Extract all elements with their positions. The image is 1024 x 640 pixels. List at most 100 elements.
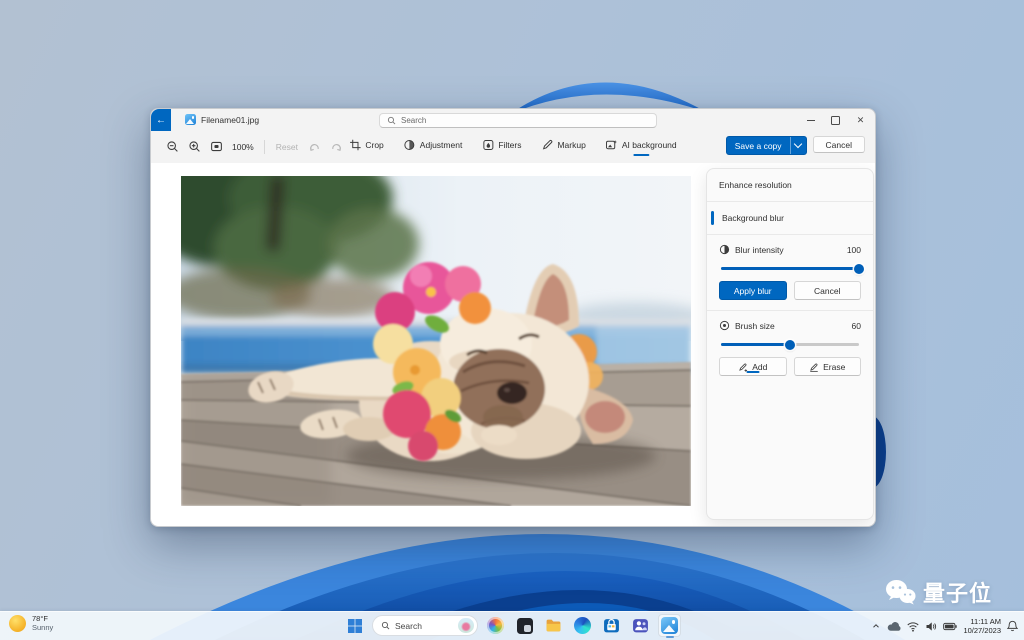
tool-ai-background[interactable]: AI background (600, 135, 683, 155)
wechat-icon (885, 579, 916, 606)
undo-button[interactable] (305, 137, 324, 156)
running-app-indicator (666, 636, 674, 639)
blur-intensity-icon (719, 244, 730, 255)
ai-background-panel: Enhance resolution Background blur Blur … (706, 168, 874, 520)
wifi-icon (907, 621, 919, 632)
taskbar-app-teams[interactable] (629, 614, 652, 637)
save-options-dropdown[interactable] (791, 137, 806, 154)
speaker-icon (925, 621, 937, 632)
cancel-blur-button[interactable]: Cancel (794, 281, 862, 300)
brush-size-section: Brush size 60 (707, 311, 873, 386)
clock-time: 11:11 AM (963, 617, 1001, 626)
adjustment-icon (404, 139, 416, 151)
teams-icon (632, 617, 649, 634)
brush-size-slider[interactable] (721, 338, 859, 350)
taskbar-search[interactable]: Search (372, 615, 478, 636)
file-tab[interactable]: Filename01.jpg (179, 112, 265, 127)
slider-thumb[interactable] (785, 340, 795, 350)
add-label: Add (752, 362, 767, 372)
search-icon (381, 621, 390, 630)
active-brush-indicator (746, 371, 759, 373)
start-button[interactable] (343, 614, 366, 637)
fit-to-window-button[interactable] (207, 137, 226, 156)
search-highlight-image (458, 618, 474, 633)
redo-icon (330, 140, 343, 153)
task-view-icon (517, 618, 533, 634)
enhance-resolution-row[interactable]: Enhance resolution (707, 169, 873, 201)
taskbar-app-store[interactable] (600, 614, 623, 637)
save-a-copy-button[interactable]: Save a copy (726, 136, 807, 155)
markup-icon (541, 139, 553, 151)
bell-icon (1007, 620, 1018, 632)
weather-temp: 78°F (32, 614, 53, 623)
tool-label: Filters (498, 140, 521, 150)
zoom-in-icon (188, 140, 201, 153)
active-tool-indicator (633, 154, 649, 157)
taskbar-app-edge[interactable] (571, 614, 594, 637)
zoom-in-button[interactable] (185, 137, 204, 156)
taskbar-app-task-view[interactable] (513, 614, 536, 637)
tool-adjustment[interactable]: Adjustment (398, 135, 469, 155)
battery-tray-icon[interactable] (943, 622, 957, 631)
erase-brush-button[interactable]: Erase (794, 357, 862, 376)
weather-widget[interactable]: 78°F Sunny (9, 614, 53, 633)
tool-filters[interactable]: Filters (476, 135, 527, 155)
filters-icon (482, 139, 494, 151)
tool-markup[interactable]: Markup (535, 135, 591, 155)
photos-icon (185, 114, 196, 125)
background-blur-row[interactable]: Background blur (707, 202, 873, 234)
close-icon: ✕ (857, 115, 865, 126)
onedrive-tray-icon[interactable] (887, 621, 901, 632)
search-input[interactable]: Search (379, 113, 657, 128)
file-explorer-icon (545, 617, 562, 634)
back-button[interactable]: ← (151, 109, 171, 131)
minimize-icon (807, 120, 815, 121)
hidden-icons-button[interactable] (871, 621, 881, 631)
undo-icon (308, 140, 321, 153)
file-tab-title: Filename01.jpg (201, 115, 259, 125)
slider-fill (721, 267, 859, 270)
tool-label: Crop (365, 140, 383, 150)
brush-size-value: 60 (852, 321, 861, 331)
taskbar-apps: Search (343, 614, 681, 637)
tool-crop[interactable]: Crop (343, 135, 389, 155)
taskbar-app-file-explorer[interactable] (542, 614, 565, 637)
battery-icon (943, 622, 957, 631)
photo-being-edited[interactable] (181, 176, 691, 506)
taskbar-app-copilot[interactable] (484, 614, 507, 637)
zoom-controls: 100% Reset (163, 137, 346, 156)
taskbar-app-photos[interactable] (658, 614, 681, 637)
photos-icon (661, 617, 678, 634)
editor-toolbar: 100% Reset (151, 131, 875, 163)
taskbar-search-placeholder: Search (395, 621, 422, 631)
edit-tools: Crop Adjustment Filters (343, 135, 682, 155)
add-brush-button[interactable]: Add (719, 357, 787, 376)
system-tray: 11:11 AM 10/27/2023 (871, 612, 1018, 640)
notifications-button[interactable] (1007, 620, 1018, 632)
copilot-icon (487, 617, 504, 634)
apply-blur-button[interactable]: Apply blur (719, 281, 787, 300)
selected-section-indicator (711, 211, 714, 225)
zoom-out-button[interactable] (163, 137, 182, 156)
maximize-button[interactable] (823, 109, 848, 131)
close-button[interactable]: ✕ (848, 109, 873, 131)
slider-thumb[interactable] (854, 264, 864, 274)
edge-icon (574, 617, 591, 634)
edit-canvas: Enhance resolution Background blur Blur … (151, 163, 875, 526)
tool-label: Adjustment (420, 140, 463, 150)
cancel-button[interactable]: Cancel (813, 136, 865, 153)
back-arrow-icon: ← (156, 115, 166, 126)
reset-button[interactable]: Reset (272, 142, 302, 152)
watermark-text: 量子位 (923, 576, 992, 608)
network-tray-icon[interactable] (907, 621, 919, 632)
minimize-button[interactable] (798, 109, 823, 131)
chevron-up-icon (871, 621, 881, 631)
volume-tray-icon[interactable] (925, 621, 937, 632)
save-a-copy-label: Save a copy (727, 137, 790, 154)
eraser-icon (809, 362, 819, 372)
photos-app-window: ← Filename01.jpg Search ✕ (150, 108, 876, 527)
brush-size-icon (719, 320, 730, 331)
blur-intensity-slider[interactable] (721, 262, 859, 274)
titlebar: ← Filename01.jpg Search ✕ (151, 109, 875, 131)
clock[interactable]: 11:11 AM 10/27/2023 (963, 617, 1001, 636)
